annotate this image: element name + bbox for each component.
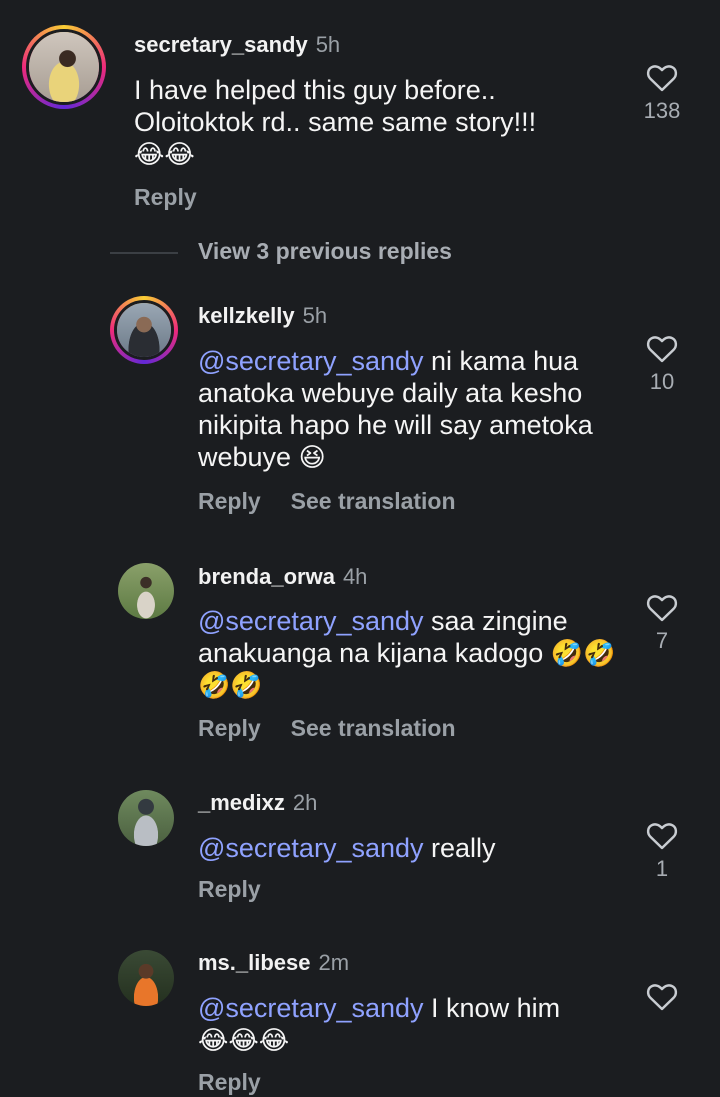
like-button[interactable]: 1	[632, 820, 692, 882]
view-previous-replies[interactable]: View 3 previous replies	[110, 238, 452, 272]
mention-link[interactable]: @secretary_sandy	[198, 833, 424, 863]
avatar[interactable]	[118, 563, 174, 619]
reply-button[interactable]: Reply	[198, 715, 261, 741]
username[interactable]: brenda_orwa	[198, 564, 335, 589]
avatar[interactable]	[110, 296, 178, 364]
username[interactable]: _medixz	[198, 790, 285, 815]
mention-link[interactable]: @secretary_sandy	[198, 346, 424, 376]
like-button[interactable]	[632, 981, 692, 1011]
heart-icon[interactable]	[645, 981, 679, 1011]
comment-meta: brenda_orwa 4h	[198, 564, 367, 590]
divider	[110, 251, 178, 254]
comment-actions: Reply	[198, 876, 291, 903]
mention-link[interactable]: @secretary_sandy	[198, 606, 424, 636]
heart-icon[interactable]	[645, 333, 679, 363]
see-translation-button[interactable]: See translation	[291, 715, 456, 741]
comment-actions: Reply See translation	[198, 715, 486, 742]
comment-text: @secretary_sandy saa zingine anakuanga n…	[198, 605, 618, 701]
comment-actions: Reply	[134, 184, 227, 211]
comment-actions: Reply	[198, 1069, 291, 1096]
view-previous-replies-label[interactable]: View 3 previous replies	[198, 238, 452, 264]
like-button[interactable]: 10	[632, 333, 692, 395]
heart-icon[interactable]	[645, 820, 679, 850]
comment-text: @secretary_sandy really	[198, 832, 618, 864]
like-count: 10	[649, 369, 675, 394]
heart-icon[interactable]	[645, 592, 679, 622]
username[interactable]: kellzkelly	[198, 303, 295, 328]
comment-meta: _medixz 2h	[198, 790, 317, 816]
reply-button[interactable]: Reply	[198, 488, 261, 514]
comment-text: @secretary_sandy ni kama hua anatoka web…	[198, 345, 618, 473]
comment-meta: ms._libese 2m	[198, 950, 349, 976]
mention-link[interactable]: @secretary_sandy	[198, 993, 424, 1023]
comment-body: really	[431, 833, 496, 863]
username[interactable]: secretary_sandy	[134, 32, 308, 57]
comment-emoji: 😆	[298, 442, 326, 472]
avatar[interactable]	[22, 25, 106, 109]
timestamp: 4h	[342, 564, 368, 589]
reply-button[interactable]: Reply	[134, 184, 197, 210]
comment-body: I have helped this guy before.. Oloitokt…	[134, 75, 537, 137]
like-button[interactable]: 7	[632, 592, 692, 654]
comment-meta: kellzkelly 5h	[198, 303, 327, 329]
comment-text: I have helped this guy before.. Oloitokt…	[134, 74, 604, 170]
like-count: 1	[655, 856, 669, 881]
timestamp: 5h	[302, 303, 328, 328]
see-translation-button[interactable]: See translation	[291, 488, 456, 514]
comment-meta: secretary_sandy 5h	[134, 32, 340, 58]
reply-button[interactable]: Reply	[198, 876, 261, 902]
timestamp: 5h	[315, 32, 341, 57]
avatar[interactable]	[118, 790, 174, 846]
like-button[interactable]: 138	[632, 62, 692, 124]
timestamp: 2m	[318, 950, 350, 975]
username[interactable]: ms._libese	[198, 950, 311, 975]
comment-actions: Reply See translation	[198, 488, 486, 515]
comment-emoji: 😂😂	[134, 139, 195, 169]
comment-text: @secretary_sandy I know him 😂😂😂	[198, 992, 618, 1056]
comment-emoji: 😂😂😂	[198, 1025, 290, 1055]
heart-icon[interactable]	[645, 62, 679, 92]
avatar[interactable]	[118, 950, 174, 1006]
like-count: 138	[643, 98, 681, 123]
like-count: 7	[655, 628, 669, 653]
comment-body: I know him	[431, 993, 561, 1023]
timestamp: 2h	[292, 790, 318, 815]
reply-button[interactable]: Reply	[198, 1069, 261, 1095]
